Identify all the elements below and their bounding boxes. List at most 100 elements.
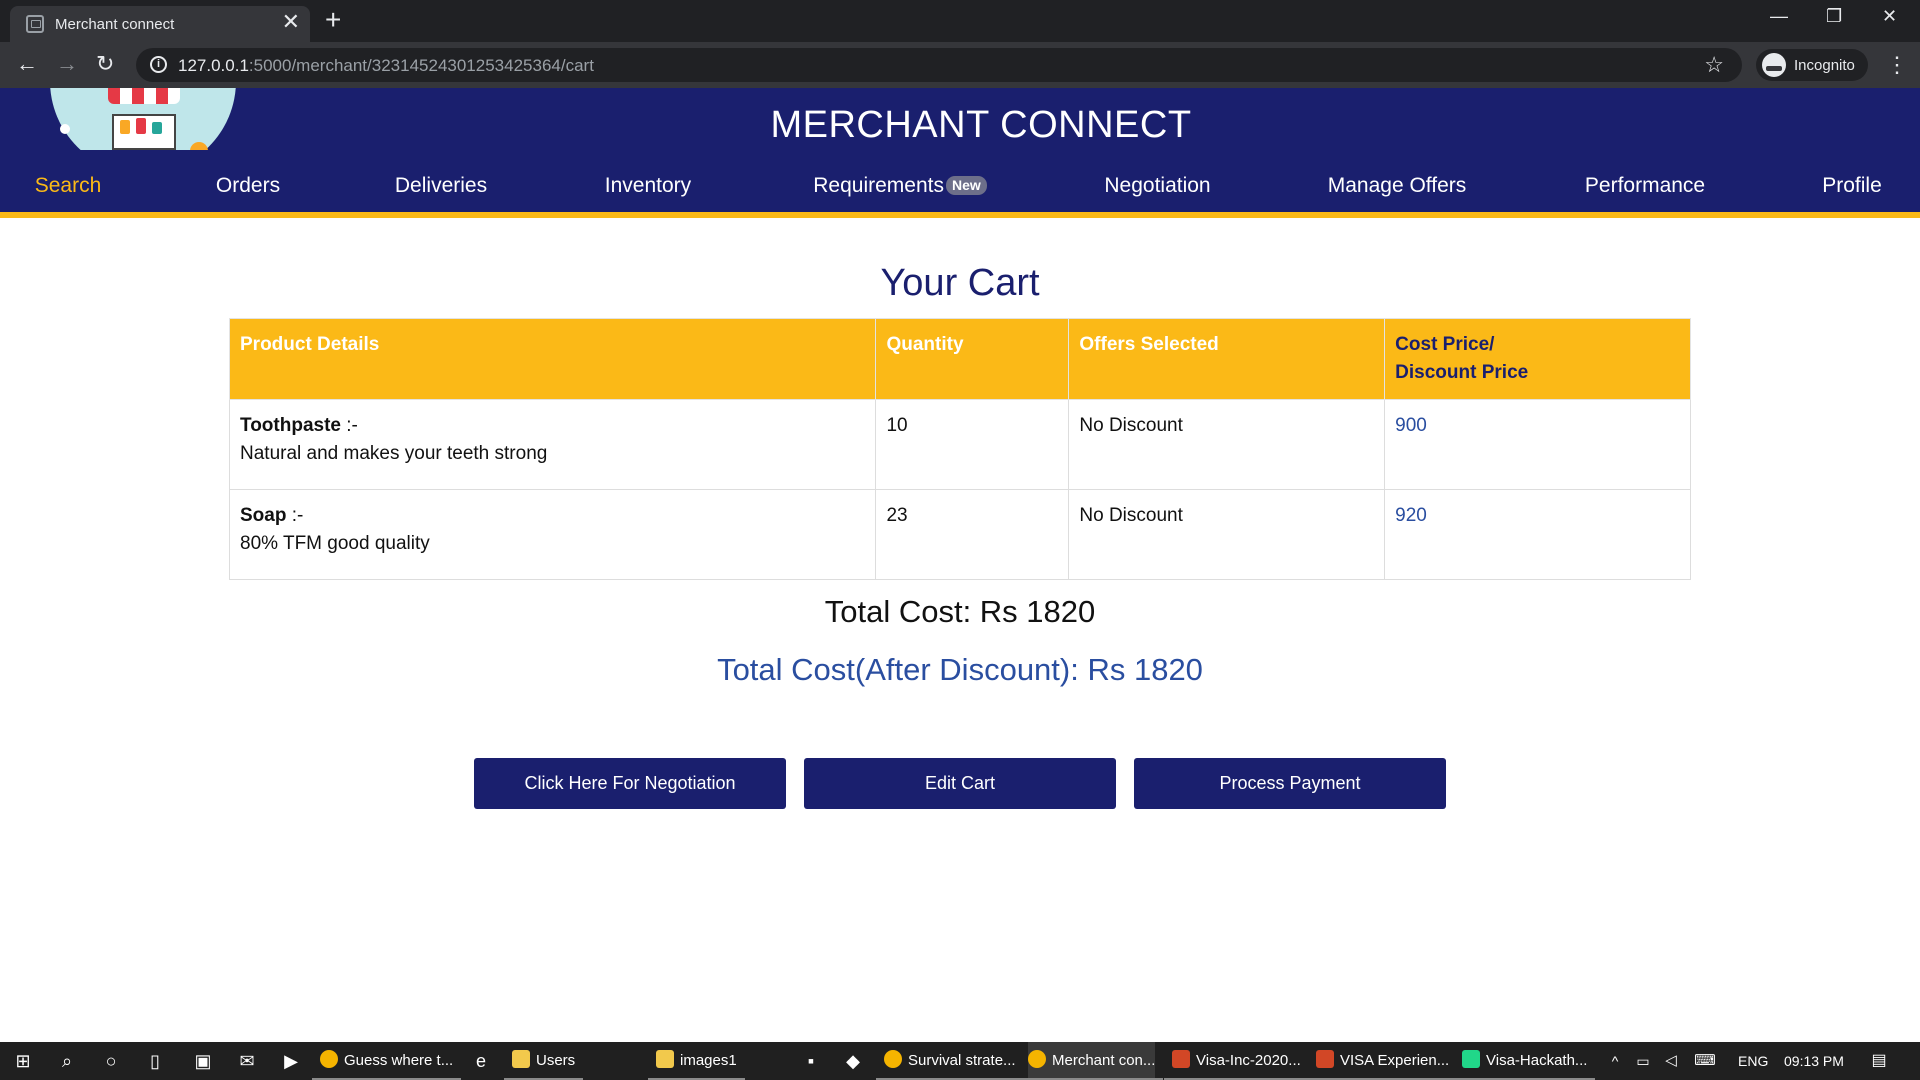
taskbar-app[interactable]: Guess where t... [311, 1042, 462, 1080]
cmd-icon[interactable]: ▪ [800, 1050, 822, 1072]
process-payment-button[interactable]: Process Payment [1134, 758, 1446, 809]
nav-label: Requirements [813, 174, 944, 197]
chrome-icon [1028, 1050, 1046, 1069]
store-icon[interactable]: ▣ [192, 1050, 214, 1072]
chevron-up-icon[interactable]: ^ [1604, 1050, 1626, 1072]
total-cost-after-discount: Total Cost(After Discount): Rs 1820 [717, 652, 1203, 687]
nav-label: Manage Offers [1327, 174, 1467, 197]
total-cost: Total Cost: Rs 1820 [824, 594, 1096, 629]
product-name: Soap [240, 505, 287, 526]
nav-profile[interactable]: Profile [1819, 170, 1885, 216]
webstorm-icon[interactable]: ◆ [842, 1050, 864, 1072]
language-indicator[interactable]: ENG [1738, 1042, 1768, 1080]
taskbar-app[interactable]: Visa-Inc-2020... [1164, 1042, 1309, 1080]
folder-icon [656, 1050, 674, 1069]
taskbar-app[interactable]: images1 [648, 1042, 745, 1080]
clock[interactable]: 09:13 PM [1784, 1042, 1844, 1080]
table-row: Toothpaste :- Natural and makes your tee… [228, 399, 1691, 490]
task-view-icon[interactable]: ▯ [144, 1050, 166, 1072]
nav-divider [0, 212, 1920, 218]
battery-icon[interactable]: ▭ [1632, 1050, 1654, 1072]
pycharm-icon [1462, 1050, 1480, 1069]
offer-cell: No Discount [1068, 399, 1386, 490]
nav-label: Deliveries [394, 174, 488, 197]
header-product: Product Details [228, 318, 877, 400]
back-icon[interactable]: ← [16, 52, 38, 76]
taskbar-app-label: Users [536, 1052, 576, 1069]
taskbar-app-label: images1 [680, 1052, 737, 1069]
product-separator: :- [340, 415, 358, 436]
main-nav: Search Orders Deliveries Inventory Requi… [0, 170, 1920, 216]
nav-negotiation[interactable]: Negotiation [1100, 170, 1215, 216]
taskbar-app[interactable]: Merchant con... [1019, 1042, 1164, 1080]
nav-label: Profile [1822, 174, 1882, 197]
taskbar-app-label: VISA Experien... [1340, 1052, 1450, 1069]
taskbar-app-label: Survival strate... [908, 1052, 1016, 1069]
window-close-icon[interactable]: ✕ [1882, 6, 1897, 27]
star-icon[interactable]: ☆ [1704, 52, 1724, 78]
volume-icon[interactable]: ◁ [1660, 1050, 1682, 1072]
keyboard-icon[interactable]: ⌨ [1694, 1050, 1716, 1072]
address-bar[interactable]: i 127.0.0.1:5000/merchant/32314524301253… [136, 48, 1742, 82]
folder-icon [512, 1050, 530, 1069]
restore-icon[interactable]: ❐ [1826, 6, 1842, 27]
cortana-icon[interactable]: ○ [100, 1050, 122, 1072]
new-tab-icon[interactable]: + [325, 6, 341, 34]
nav-inventory[interactable]: Inventory [594, 170, 702, 216]
tab-title: Merchant connect [55, 16, 175, 33]
table-row: Soap :- 80% TFM good quality 23 No Disco… [228, 489, 1691, 580]
taskbar-app[interactable]: VISA Experien... [1307, 1042, 1458, 1080]
offer-cell: No Discount [1068, 489, 1386, 580]
browser-titlebar: Merchant connect ✕ + — ❐ ✕ [0, 0, 1920, 42]
price-cell: 900 [1384, 399, 1691, 490]
search-icon[interactable]: ⌕ [56, 1050, 78, 1072]
terminal-icon[interactable]: ▶ [280, 1050, 302, 1072]
nav-orders[interactable]: Orders [203, 170, 293, 216]
negotiation-button[interactable]: Click Here For Negotiation [474, 758, 786, 809]
edit-cart-button[interactable]: Edit Cart [804, 758, 1116, 809]
nav-performance[interactable]: Performance [1580, 170, 1710, 216]
product-name: Toothpaste [240, 415, 341, 436]
nav-label: Inventory [604, 174, 692, 197]
incognito-indicator[interactable]: Incognito [1756, 49, 1868, 81]
taskbar-app[interactable]: Users [503, 1042, 584, 1080]
incognito-label: Incognito [1794, 57, 1855, 74]
nav-manage-offers[interactable]: Manage Offers [1322, 170, 1472, 216]
header-price-line1: Cost Price/ [1395, 334, 1495, 355]
edge-icon[interactable]: e [470, 1050, 492, 1072]
chrome-icon [320, 1050, 338, 1069]
taskbar-app[interactable]: Visa-Hackath... [1453, 1042, 1596, 1080]
nav-label: Negotiation [1104, 174, 1211, 197]
url-text[interactable]: 127.0.0.1:5000/merchant/3231452430125342… [178, 56, 594, 76]
product-cell: Soap :- 80% TFM good quality [228, 489, 877, 580]
incognito-icon [1762, 53, 1786, 77]
tab-close-icon[interactable]: ✕ [282, 11, 300, 33]
windows-start-icon[interactable]: ⊞ [12, 1050, 34, 1072]
nav-deliveries[interactable]: Deliveries [386, 170, 496, 216]
minimize-icon[interactable]: — [1770, 6, 1788, 27]
product-description: 80% TFM good quality [240, 533, 430, 554]
nav-search[interactable]: Search [18, 170, 118, 216]
notification-icon[interactable]: ▤ [1868, 1050, 1890, 1072]
quantity-cell: 23 [875, 489, 1070, 580]
product-cell: Toothpaste :- Natural and makes your tee… [228, 399, 877, 490]
header-quantity: Quantity [875, 318, 1070, 400]
chrome-icon [884, 1050, 902, 1069]
taskbar-app[interactable]: Survival strate... [876, 1042, 1024, 1080]
taskbar-app-label: Guess where t... [344, 1052, 454, 1069]
price-cell: 920 [1384, 489, 1691, 580]
nav-label: Search [34, 174, 102, 197]
nav-requirements[interactable]: Requirements New [805, 170, 995, 216]
nav-label: Orders [215, 174, 281, 197]
product-separator: :- [286, 505, 304, 526]
url-path: :5000/merchant/32314524301253425364/cart [248, 56, 594, 75]
quantity-cell: 10 [875, 399, 1070, 490]
menu-icon[interactable]: ⋮ [1886, 52, 1908, 78]
os-taskbar: ⊞ ⌕ ○ ▯ ▣ ✉ ▶ Guess where t... e Users i… [0, 1042, 1920, 1080]
browser-toolbar: ← → ↻ i 127.0.0.1:5000/merchant/32314524… [0, 42, 1920, 88]
browser-tab[interactable]: Merchant connect ✕ [10, 6, 310, 42]
page-title: Your Cart [880, 262, 1040, 304]
header-price-line2: Discount Price [1395, 362, 1529, 383]
table-header-row: Product Details Quantity Offers Selected… [228, 318, 1691, 400]
mail-icon[interactable]: ✉ [236, 1050, 258, 1072]
